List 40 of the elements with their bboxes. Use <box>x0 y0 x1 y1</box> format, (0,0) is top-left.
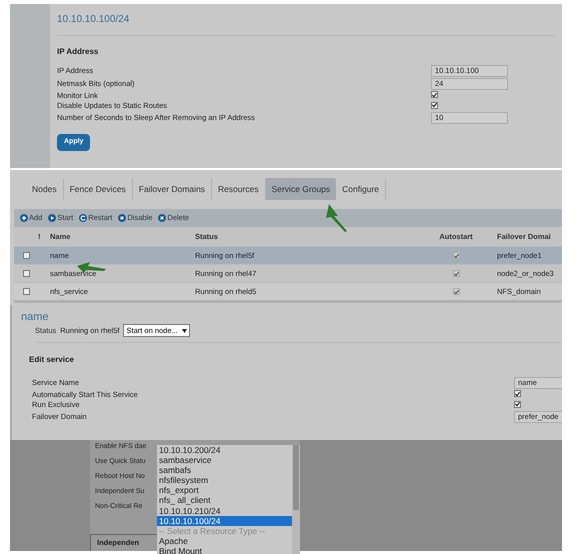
checkbox[interactable] <box>452 252 460 259</box>
checkbox[interactable] <box>22 288 30 295</box>
checkbox[interactable] <box>452 270 460 277</box>
list-option[interactable]: 10.10.10.210/24 <box>157 506 292 516</box>
checkbox[interactable] <box>22 270 30 277</box>
list-option[interactable]: nfsfilesystem <box>157 475 292 486</box>
tab[interactable]: Configure <box>336 178 386 200</box>
start-icon <box>48 214 56 222</box>
checkbox[interactable] <box>514 390 521 398</box>
checkbox[interactable] <box>431 102 438 109</box>
checkbox[interactable] <box>22 252 30 259</box>
list-option[interactable]: sambaservice <box>157 455 292 466</box>
list-option[interactable]: Bind Mount <box>157 546 292 554</box>
section-heading: Edit service <box>29 354 75 366</box>
add-icon <box>20 214 28 222</box>
disable-icon <box>118 214 126 222</box>
list-option[interactable]: nfs_ all_client <box>157 495 292 506</box>
checkbox[interactable] <box>452 288 460 295</box>
panel-title: 10.10.10.100/24 <box>57 12 555 36</box>
dropdown-arrow-icon <box>182 328 187 333</box>
checkbox[interactable] <box>514 400 521 408</box>
fieldset-legend: Independen <box>95 538 142 547</box>
list-option[interactable]: Apache <box>157 536 292 546</box>
scrollbar-thumb[interactable] <box>293 445 299 510</box>
service-title: name <box>21 311 50 323</box>
annotation-arrow <box>326 204 347 232</box>
list-option[interactable]: sambafs <box>157 465 292 476</box>
tab[interactable]: Service Groups <box>266 178 336 200</box>
restart-icon <box>79 214 88 222</box>
tab[interactable]: Failover Domains <box>132 178 212 200</box>
tab[interactable]: Fence Devices <box>64 178 133 200</box>
checkbox[interactable] <box>431 91 438 98</box>
tab[interactable]: Nodes <box>26 178 64 200</box>
list-option[interactable]: 10.10.10.200/24 <box>157 445 292 456</box>
delete-icon <box>158 214 166 222</box>
section-heading: IP Address <box>57 46 100 58</box>
resource-listbox[interactable]: 10.10.10.200/24 sambaservice sambafs nfsfilesystem nfs_export nfs_ all_client 10.10.10.210/24 10.10.10.100/24 -- Select a Resource Type -- Apache Bind Mount <box>157 445 300 554</box>
scrollbar[interactable] <box>292 445 300 554</box>
list-option[interactable]: nfs_export <box>157 485 292 496</box>
list-option[interactable]: 10.10.10.100/24 <box>157 516 292 526</box>
